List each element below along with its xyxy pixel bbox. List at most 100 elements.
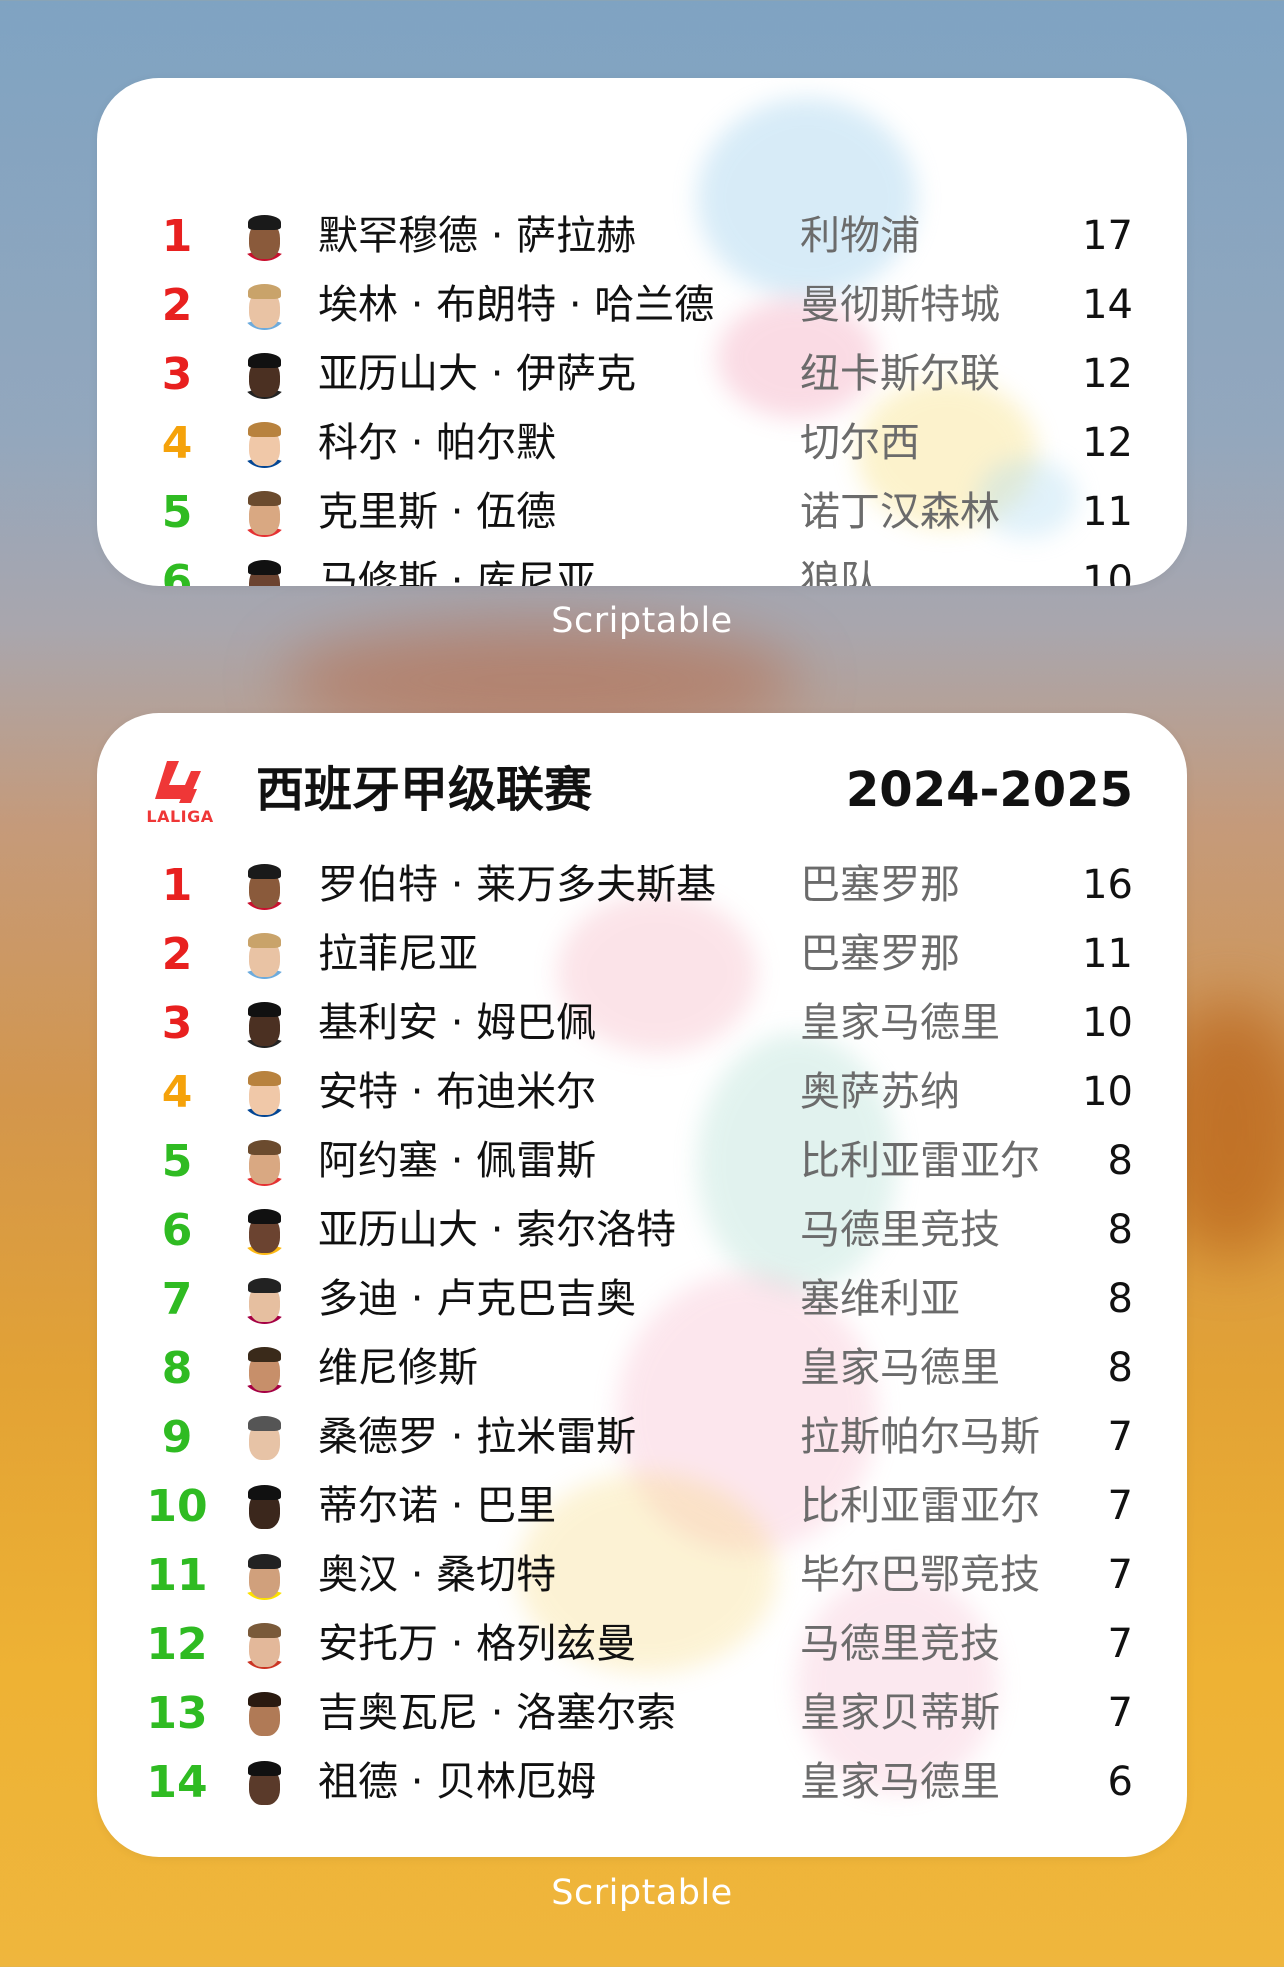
widget-caption: Scriptable (551, 601, 733, 641)
scorer-row[interactable]: 6 马修斯 · 库尼亚 狼队 10 (97, 547, 1187, 586)
rank-number: 4 (161, 1067, 193, 1118)
scorer-row[interactable]: 3 亚历山大 · 伊萨克 纽卡斯尔联 12 (97, 340, 1187, 409)
player-avatar (240, 281, 289, 330)
rank-number: 5 (161, 1136, 193, 1187)
team-name: 诺丁汉森林 (800, 489, 1000, 535)
team-name: 塞维利亚 (800, 1276, 960, 1322)
avatar-hair (248, 1071, 281, 1086)
team-name: 毕尔巴鄂竞技 (800, 1552, 1040, 1598)
goal-count: 8 (1107, 1207, 1133, 1253)
player-name: 吉奥瓦尼 · 洛塞尔索 (318, 1690, 677, 1736)
player-name: 安托万 · 格列兹曼 (318, 1621, 637, 1667)
scorer-row[interactable]: 6 亚历山大 · 索尔洛特 马德里竞技 8 (97, 1196, 1187, 1265)
scorer-row[interactable]: 5 克里斯 · 伍德 诺丁汉森林 11 (97, 478, 1187, 547)
widget-caption: Scriptable (551, 1873, 733, 1913)
scorer-row[interactable]: 3 基利安 · 姆巴佩 皇家马德里 10 (97, 989, 1187, 1058)
avatar-hair (248, 1209, 281, 1224)
avatar-hair (248, 353, 281, 368)
scorer-row[interactable]: 10 蒂尔诺 · 巴里 比利亚雷亚尔 7 (97, 1472, 1187, 1541)
avatar-hair (248, 1347, 281, 1362)
player-avatar (240, 1620, 289, 1669)
player-name: 基利安 · 姆巴佩 (318, 1000, 597, 1046)
scorer-row[interactable]: 8 维尼修斯 皇家马德里 8 (97, 1334, 1187, 1403)
scorer-row[interactable]: 2 拉菲尼亚 巴塞罗那 11 (97, 920, 1187, 989)
rank-number: 6 (161, 556, 193, 586)
rank-number: 13 (146, 1688, 208, 1739)
avatar-hair (248, 1761, 281, 1776)
rank-number: 11 (146, 1550, 208, 1601)
team-name: 巴塞罗那 (800, 862, 960, 908)
player-avatar (240, 1551, 289, 1600)
avatar-hair (248, 422, 281, 437)
player-avatar (240, 1689, 289, 1738)
rank-number: 8 (161, 1343, 193, 1394)
scorer-row[interactable]: 14 祖德 · 贝林厄姆 皇家马德里 6 (97, 1748, 1187, 1817)
scorer-row[interactable]: 1 默罕穆德 · 萨拉赫 利物浦 17 (97, 202, 1187, 271)
scorer-row[interactable]: 4 科尔 · 帕尔默 切尔西 12 (97, 409, 1187, 478)
scorer-row[interactable]: 7 多迪 · 卢克巴吉奥 塞维利亚 8 (97, 1265, 1187, 1334)
player-avatar (240, 1344, 289, 1393)
goal-count: 14 (1082, 282, 1133, 328)
rank-number: 12 (146, 1619, 208, 1670)
player-name: 拉菲尼亚 (318, 931, 478, 977)
laliga-logo-text: LALIGA (146, 807, 214, 826)
laliga-widget[interactable]: LALIGA 西班牙甲级联赛 2024-2025 1 罗伯特 · 莱万多夫斯基 巴塞… (97, 713, 1187, 1857)
team-name: 皇家马德里 (800, 1345, 1000, 1391)
player-name: 蒂尔诺 · 巴里 (318, 1483, 557, 1529)
player-avatar (240, 212, 289, 261)
avatar-hair (248, 864, 281, 879)
scorer-row[interactable]: 12 安托万 · 格列兹曼 马德里竞技 7 (97, 1610, 1187, 1679)
avatar-hair (248, 1692, 281, 1707)
player-avatar (240, 1068, 289, 1117)
team-name: 奥萨苏纳 (800, 1069, 960, 1115)
player-avatar (240, 557, 289, 586)
avatar-hair (248, 1485, 281, 1500)
team-name: 拉斯帕尔马斯 (800, 1414, 1040, 1460)
rank-number: 14 (146, 1757, 208, 1808)
rank-number: 2 (161, 929, 193, 980)
avatar-hair (248, 1554, 281, 1569)
player-name: 祖德 · 贝林厄姆 (318, 1759, 597, 1805)
scorer-row[interactable]: 5 阿约塞 · 佩雷斯 比利亚雷亚尔 8 (97, 1127, 1187, 1196)
season-label: 2024-2025 (845, 762, 1133, 818)
rank-number: 9 (161, 1412, 193, 1463)
premier-league-widget[interactable]: 1 默罕穆德 · 萨拉赫 利物浦 17 2 埃林 · 布朗特 · 哈兰德 曼彻斯特城 14 3 亚… (97, 78, 1187, 586)
player-avatar (240, 1482, 289, 1531)
goal-count: 7 (1107, 1552, 1133, 1598)
rank-number: 7 (161, 1274, 193, 1325)
avatar-hair (248, 284, 281, 299)
avatar-hair (248, 1623, 281, 1638)
player-name: 克里斯 · 伍德 (318, 489, 557, 535)
team-name: 皇家马德里 (800, 1000, 1000, 1046)
scorer-row[interactable]: 9 桑德罗 · 拉米雷斯 拉斯帕尔马斯 7 (97, 1403, 1187, 1472)
team-name: 狼队 (800, 558, 880, 586)
scorer-row[interactable]: 2 埃林 · 布朗特 · 哈兰德 曼彻斯特城 14 (97, 271, 1187, 340)
scorer-row[interactable]: 11 奥汉 · 桑切特 毕尔巴鄂竞技 7 (97, 1541, 1187, 1610)
team-name: 皇家贝蒂斯 (800, 1690, 1000, 1736)
player-name: 阿约塞 · 佩雷斯 (318, 1138, 597, 1184)
player-name: 科尔 · 帕尔默 (318, 420, 557, 466)
goal-count: 12 (1082, 351, 1133, 397)
goal-count: 12 (1082, 420, 1133, 466)
avatar-hair (248, 560, 281, 575)
goal-count: 10 (1082, 1000, 1133, 1046)
scorer-row[interactable]: 13 吉奥瓦尼 · 洛塞尔索 皇家贝蒂斯 7 (97, 1679, 1187, 1748)
goal-count: 8 (1107, 1138, 1133, 1184)
scorer-row[interactable]: 4 安特 · 布迪米尔 奥萨苏纳 10 (97, 1058, 1187, 1127)
goal-count: 10 (1082, 558, 1133, 586)
scorer-row[interactable]: 1 罗伯特 · 莱万多夫斯基 巴塞罗那 16 (97, 851, 1187, 920)
player-name: 多迪 · 卢克巴吉奥 (318, 1276, 637, 1322)
player-name: 奥汉 · 桑切特 (318, 1552, 557, 1598)
team-name: 比利亚雷亚尔 (800, 1138, 1040, 1184)
avatar-hair (248, 1416, 281, 1431)
rank-number: 6 (161, 1205, 193, 1256)
rank-number: 2 (161, 280, 193, 331)
player-name: 罗伯特 · 莱万多夫斯基 (318, 862, 717, 908)
player-avatar (240, 930, 289, 979)
player-name: 默罕穆德 · 萨拉赫 (318, 213, 637, 259)
player-name: 维尼修斯 (318, 1345, 478, 1391)
team-name: 马德里竞技 (800, 1621, 1000, 1667)
avatar-hair (248, 933, 281, 948)
player-avatar (240, 999, 289, 1048)
player-avatar (240, 419, 289, 468)
